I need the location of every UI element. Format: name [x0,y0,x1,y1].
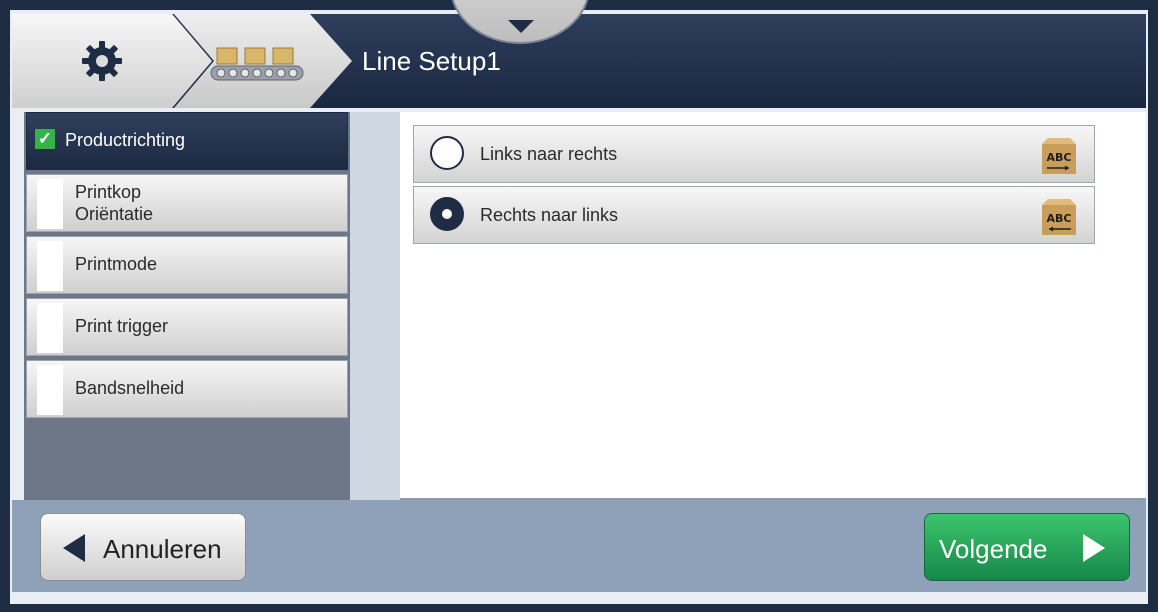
conveyor-icon [210,47,304,81]
radio-button-selected[interactable] [430,197,464,231]
label-line-2: Oriëntatie [75,204,154,224]
page-title: Line Setup1 [362,46,501,76]
option-label: Links naar rechts [480,144,618,164]
svg-text:ABC: ABC [1047,212,1072,225]
option-links-naar-rechts[interactable]: Links naar rechts ABC [413,125,1095,183]
next-button[interactable]: Volgende [924,513,1130,581]
chevron-down-icon [508,20,534,33]
cancel-button-label: Annuleren [103,534,222,564]
sidebar-item-printmode[interactable]: Printmode [26,236,348,294]
header-bar: Line Setup1 [12,14,1146,108]
sidebar-item-label: Print trigger [75,316,169,336]
check-icon: ✓ [35,129,55,149]
sidebar-item-print-trigger[interactable]: Print trigger [26,298,348,356]
device-frame: Line Setup1 ✓ Productrichting Printkop O… [0,0,1158,612]
radio-button[interactable] [430,136,464,170]
arrow-right-icon [1083,534,1105,562]
box-abc-right-arrow-icon: ABC [1042,138,1076,174]
sidebar-item-label: Productrichting [65,130,186,150]
sidebar-item-bandsnelheid[interactable]: Bandsnelheid [26,360,348,418]
sidebar-gutter [350,112,400,500]
label-line-1: Printkop [75,182,142,202]
cancel-button[interactable]: Annuleren [40,513,246,581]
svg-text:ABC: ABC [1047,151,1072,164]
sidebar-item-label: Printkop Oriëntatie [75,181,153,225]
checkbox-empty [37,241,63,291]
sidebar-item-label: Bandsnelheid [75,378,185,398]
arrow-left-icon [63,534,85,562]
checkbox-empty [37,303,63,353]
checkbox-empty [37,365,63,415]
option-rechts-naar-links[interactable]: Rechts naar links ABC [413,186,1095,244]
checkbox-empty [37,179,63,229]
gear-icon [82,41,122,81]
sidebar-item-printkop-orientatie[interactable]: Printkop Oriëntatie [26,174,348,232]
option-label: Rechts naar links [480,205,619,225]
box-abc-left-arrow-icon: ABC [1042,199,1076,235]
sidebar-item-label: Printmode [75,254,158,274]
breadcrumb-settings[interactable] [12,14,212,108]
next-button-label: Volgende [939,534,1048,564]
sidebar-item-productrichting[interactable]: ✓ Productrichting [26,112,348,170]
